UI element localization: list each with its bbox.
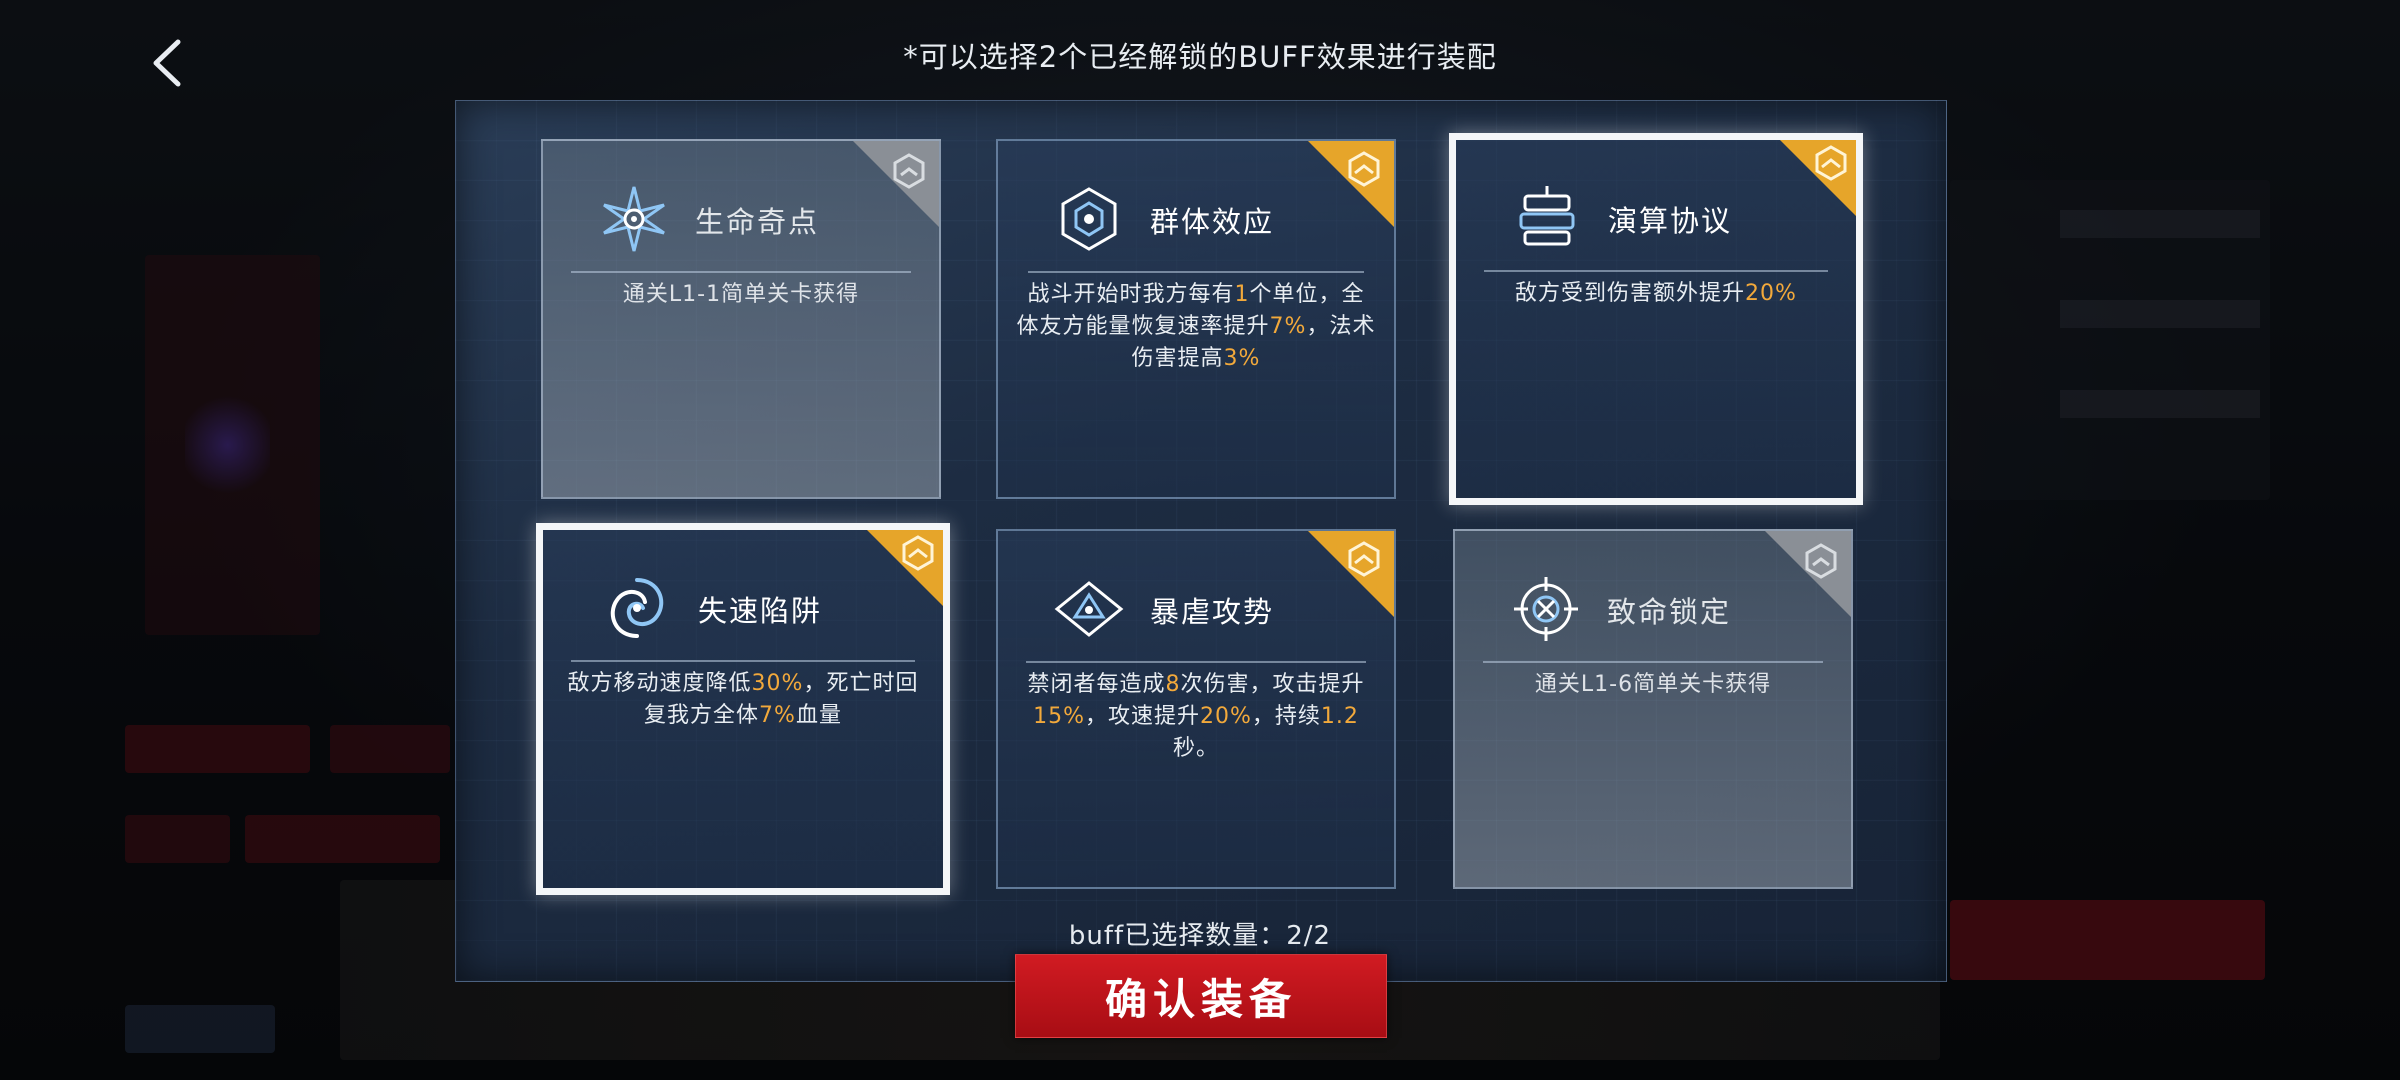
description-text: 通关L1-6简单关卡获得 — [1534, 672, 1772, 697]
star-burst-icon — [603, 186, 665, 252]
selection-hint: *可以选择2个已经解锁的BUFF效果进行装配 — [903, 40, 1497, 74]
highlight-value: 7% — [1269, 314, 1307, 339]
highlight-value: 1.2 — [1320, 704, 1359, 729]
divider — [571, 271, 911, 273]
server-stack-icon — [1519, 186, 1575, 246]
card-description: 敌方移动速度降低30%，死亡时回复我方全体7%血量 — [561, 668, 925, 732]
hexagon-core-icon — [1061, 187, 1117, 251]
divider — [1028, 271, 1364, 273]
vortex-icon — [610, 578, 664, 638]
description-text: ，持续 — [1251, 704, 1321, 729]
description-text: 敌方移动速度降低 — [567, 671, 752, 696]
highlight-value: 20% — [1745, 281, 1797, 306]
eye-triangle-icon — [1054, 581, 1124, 637]
description-text: 秒。 — [1172, 736, 1219, 761]
buff-card-tyrant-offensive[interactable]: 暴虐攻势 禁闭者每造成8次伤害，攻击提升 15%，攻速提升20%，持续1.2 秒。 — [996, 529, 1396, 889]
description-text: 次伤害，攻击提升 — [1180, 672, 1365, 697]
crosshair-icon — [1514, 577, 1578, 641]
buff-card-fatal-lock[interactable]: 致命锁定 通关L1-6简单关卡获得 — [1453, 529, 1853, 889]
description-text: 敌方受到伤害额外提升 — [1515, 281, 1746, 306]
description-text: 血量 — [795, 703, 842, 728]
highlight-value: 20% — [1200, 704, 1252, 729]
divider — [1484, 270, 1828, 272]
card-title: 生命奇点 — [695, 205, 820, 239]
buff-card-swarm-effect[interactable]: 群体效应 战斗开始时我方每有1个单位，全体友方能量恢复速率提升7%，法术伤害提高… — [996, 139, 1396, 499]
description-text: 通关L1-1简单关卡获得 — [622, 282, 860, 307]
card-title: 致命锁定 — [1607, 595, 1732, 629]
card-title: 演算协议 — [1608, 204, 1733, 238]
buff-selected-count: buff已选择数量：2/2 — [1068, 921, 1332, 951]
card-description: 敌方受到伤害额外提升20% — [1474, 278, 1838, 310]
divider — [1026, 661, 1366, 663]
highlight-value: 1 — [1234, 282, 1250, 307]
card-description: 战斗开始时我方每有1个单位，全体友方能量恢复速率提升7%，法术伤害提高3% — [1016, 279, 1376, 375]
card-title: 失速陷阱 — [698, 594, 823, 628]
confirm-equip-button[interactable]: 确认装备 — [1015, 954, 1387, 1038]
description-text: 战斗开始时我方每有 — [1027, 282, 1235, 307]
card-description: 通关L1-1简单关卡获得 — [561, 279, 921, 311]
buff-card-life-singularity[interactable]: 生命奇点 通关L1-1简单关卡获得 — [541, 139, 941, 499]
buff-card-calculation-protocol[interactable]: 演算协议 敌方受到伤害额外提升20% — [1449, 133, 1863, 505]
highlight-value: 30% — [751, 671, 804, 696]
description-text: 禁闭者每造成 — [1027, 672, 1166, 697]
divider — [571, 660, 915, 662]
description-text: ，攻速提升 — [1084, 704, 1200, 729]
card-description: 通关L1-6简单关卡获得 — [1473, 669, 1833, 701]
divider — [1483, 661, 1823, 663]
highlight-value: 15% — [1033, 704, 1085, 729]
highlight-value: 8 — [1165, 672, 1181, 697]
buff-card-slow-trap[interactable]: 失速陷阱 敌方移动速度降低30%，死亡时回复我方全体7%血量 — [536, 523, 950, 895]
card-description: 禁闭者每造成8次伤害，攻击提升 15%，攻速提升20%，持续1.2 秒。 — [1016, 669, 1376, 765]
highlight-value: 7% — [759, 703, 796, 728]
highlight-value: 3% — [1223, 346, 1261, 371]
card-title: 暴虐攻势 — [1150, 595, 1275, 629]
card-title: 群体效应 — [1150, 205, 1275, 239]
buff-panel: 生命奇点 通关L1-1简单关卡获得 群体效应 战斗开始时我方每有1个单位，全体友… — [455, 100, 1947, 982]
